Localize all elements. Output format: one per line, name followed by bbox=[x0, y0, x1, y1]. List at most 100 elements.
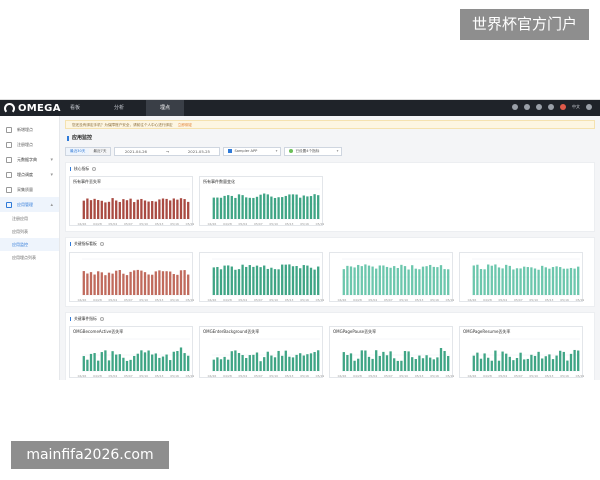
sidebar-item-metadata[interactable]: 元数据字典 ▾ bbox=[0, 152, 59, 167]
sidebar-item-new-event[interactable]: 新增埋点 bbox=[0, 122, 59, 137]
chart-card[interactable]: OMGBecomeActive丢失率 04/26 04/28 05/04 05/07 05… bbox=[69, 326, 194, 378]
chart-bar bbox=[573, 349, 576, 371]
chart-bar bbox=[309, 196, 313, 219]
chart-bar bbox=[562, 268, 565, 295]
chart-card[interactable]: 04/26 04/28 05/04 05/07 05/10 05/13 05/16 05/19 bbox=[199, 252, 324, 302]
sidebar-subitem-app-list[interactable]: 应用列表 bbox=[0, 225, 59, 238]
chart-bar bbox=[541, 265, 544, 295]
x-tick-label: 05/07 bbox=[254, 374, 263, 378]
chart-bar bbox=[533, 355, 537, 371]
chart-bar bbox=[172, 274, 175, 295]
chart-bar bbox=[566, 360, 569, 371]
chart-bar bbox=[375, 268, 378, 295]
chart-bar bbox=[407, 351, 410, 371]
sidebar-item-label: 应用管理 bbox=[17, 201, 33, 207]
chart-bar bbox=[129, 198, 132, 219]
chart-bar bbox=[122, 199, 125, 219]
chart-bar bbox=[227, 359, 230, 371]
date-range-picker[interactable]: 2021-04-26 → 2021-05-25 bbox=[114, 146, 221, 156]
chart-bar bbox=[411, 357, 414, 371]
sidebar-subitem-app-event-list[interactable]: 应用埋点列表 bbox=[0, 251, 59, 264]
sidebar-item-label: 采集质量 bbox=[17, 186, 33, 192]
chart-bar bbox=[418, 355, 421, 371]
chart-bar bbox=[216, 266, 219, 295]
chart-bar bbox=[259, 194, 262, 219]
chart-bar bbox=[302, 355, 305, 371]
chart-bar bbox=[403, 266, 407, 295]
x-tick-label: 05/07 bbox=[514, 374, 523, 378]
x-tick-label: 05/13 bbox=[285, 374, 294, 378]
flag-icon bbox=[560, 104, 566, 110]
chart-bar bbox=[161, 271, 165, 295]
language-switch[interactable]: 中文 bbox=[572, 104, 580, 110]
chart-card[interactable]: OMGEnterBackground丢失率 04/26 04/28 05/04 05/0… bbox=[199, 326, 324, 378]
help-icon[interactable] bbox=[536, 104, 542, 110]
chart-bar bbox=[371, 358, 374, 371]
status-select[interactable]: 已设置4个指标 ▾ bbox=[284, 146, 343, 156]
chart-bar bbox=[284, 195, 287, 219]
app-select[interactable]: Sampler APP ▾ bbox=[223, 146, 282, 156]
chart-bar bbox=[400, 264, 403, 295]
settings-icon[interactable] bbox=[548, 104, 554, 110]
chart-bar bbox=[577, 350, 580, 371]
x-tick-label: 05/19 bbox=[186, 374, 194, 378]
x-tick-label: 05/19 bbox=[316, 222, 324, 226]
x-tick-label: 05/10 bbox=[269, 298, 278, 302]
chart-bar bbox=[447, 269, 450, 295]
chart-bar bbox=[100, 352, 103, 371]
sidebar-item-schedule[interactable]: 埋点调度 ▾ bbox=[0, 167, 59, 182]
x-tick-label: 05/07 bbox=[254, 298, 263, 302]
chart-bar bbox=[122, 273, 125, 295]
tab-analysis[interactable]: 分析 bbox=[108, 100, 130, 116]
chart-bar bbox=[183, 199, 186, 219]
settings-icon bbox=[6, 171, 12, 178]
chart-card[interactable]: OMGPagePause丢失率 04/26 04/28 05/04 05/07 05/10… bbox=[329, 326, 454, 378]
chart-bar bbox=[133, 270, 136, 295]
chart-bar bbox=[353, 360, 356, 371]
info-icon[interactable] bbox=[99, 242, 104, 246]
chart-card[interactable]: OMGPageResume丢失率 04/26 04/28 05/04 05/07 05/1… bbox=[459, 326, 584, 378]
chart-bar bbox=[346, 265, 349, 295]
chart-bar bbox=[89, 200, 93, 219]
section-title: 核心指标 bbox=[66, 163, 594, 175]
tab-tracking[interactable]: 埋点 bbox=[146, 100, 185, 116]
info-icon[interactable] bbox=[92, 167, 97, 171]
chart-bar bbox=[551, 267, 555, 295]
chart-card[interactable]: 04/26 04/28 05/04 05/07 05/10 05/13 05/16 05/19 bbox=[459, 252, 584, 302]
notice-link[interactable]: 立即绑定 bbox=[178, 123, 192, 127]
info-icon[interactable] bbox=[99, 317, 104, 321]
chart-card[interactable]: 04/26 04/28 05/04 05/07 05/10 05/13 05/16 05/19 bbox=[69, 252, 194, 302]
chart-card[interactable]: 所有事件数量变化 04/26 04/28 05/04 05/07 05/10 05/13 05… bbox=[199, 176, 324, 226]
chart-bar bbox=[501, 268, 504, 295]
logo[interactable]: OMEGA bbox=[4, 102, 61, 114]
tab-dashboard[interactable]: 看板 bbox=[64, 100, 86, 116]
chart-bar bbox=[505, 264, 508, 295]
x-tick-label: 04/28 bbox=[353, 374, 362, 378]
chart-bar bbox=[252, 266, 255, 295]
range-option-30d[interactable]: 最近30天 bbox=[66, 147, 90, 155]
sidebar-subitem-register-app[interactable]: 注册应用 bbox=[0, 212, 59, 225]
user-icon[interactable] bbox=[524, 104, 530, 110]
status-select-value: 已设置4个指标 bbox=[295, 148, 320, 153]
avatar[interactable] bbox=[586, 104, 592, 110]
sidebar-item-register[interactable]: 注册埋点 bbox=[0, 137, 59, 152]
chart-bar bbox=[360, 266, 363, 295]
range-option-7d[interactable]: 最近7天 bbox=[89, 148, 110, 155]
sidebar-item-app-management[interactable]: 应用管理 ▴ bbox=[0, 197, 59, 212]
x-tick-label: 05/04 bbox=[109, 374, 118, 378]
sidebar-subitem-app-monitor[interactable]: 应用监控 bbox=[0, 238, 59, 251]
x-tick-label: 05/04 bbox=[499, 298, 508, 302]
chart-bar bbox=[515, 357, 519, 371]
chart-bar bbox=[512, 269, 515, 295]
chart-bar bbox=[115, 200, 118, 219]
x-tick-label: 05/13 bbox=[545, 298, 554, 302]
sidebar-item-quality[interactable]: 采集质量 bbox=[0, 182, 59, 197]
chart-card[interactable]: 所有事件丢失率 04/26 04/28 05/04 05/07 05/10 05/13 05/… bbox=[69, 176, 194, 226]
chart-card[interactable]: 04/26 04/28 05/04 05/07 05/10 05/13 05/16 05/19 bbox=[329, 252, 454, 302]
chart-bar bbox=[86, 198, 89, 219]
chart-bar bbox=[385, 266, 389, 295]
chart-bar bbox=[223, 265, 226, 295]
chart-bar bbox=[158, 270, 161, 295]
bolt-icon[interactable] bbox=[512, 104, 518, 110]
chart-bar bbox=[349, 266, 353, 295]
